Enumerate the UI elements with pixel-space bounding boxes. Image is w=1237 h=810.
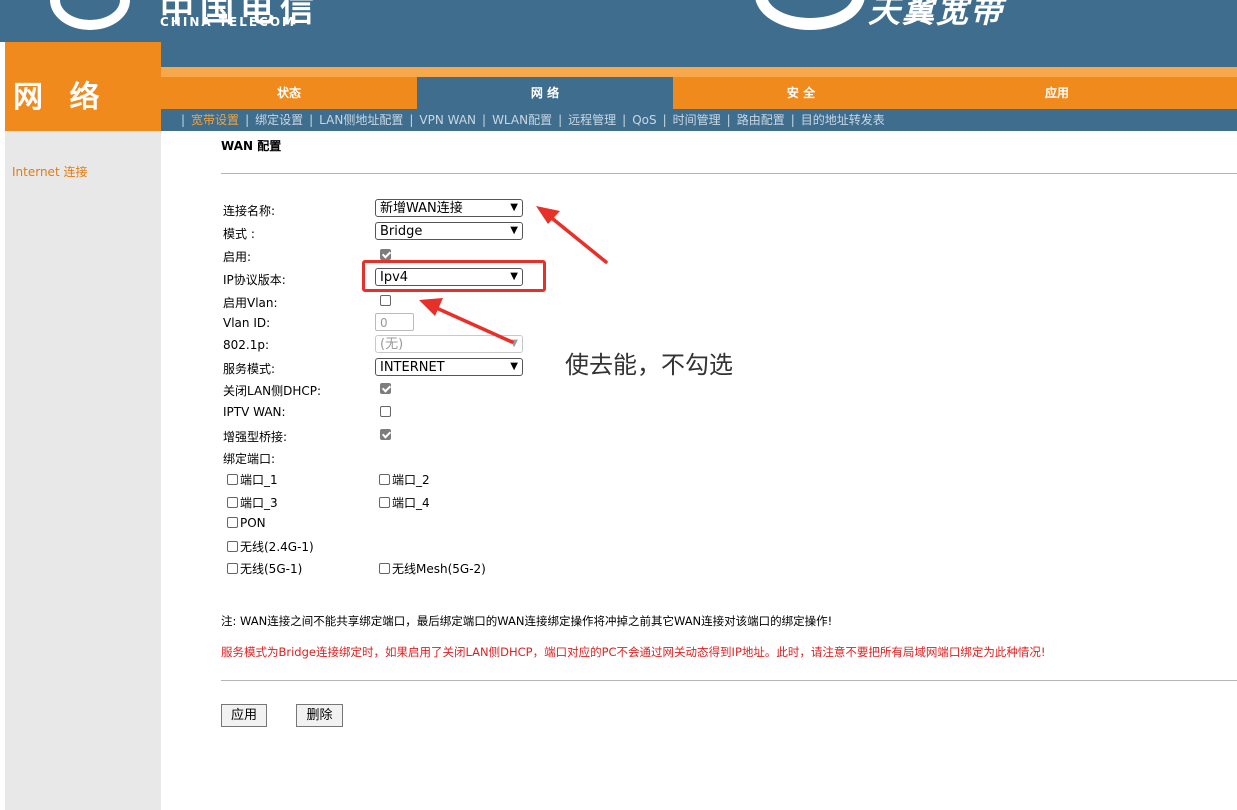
annotation-arrows	[419, 206, 608, 344]
arrow-to-conn-name	[536, 206, 608, 264]
arrow-to-enable-vlan	[419, 298, 514, 344]
annotation-text: 使去能，不勾选	[565, 351, 733, 379]
